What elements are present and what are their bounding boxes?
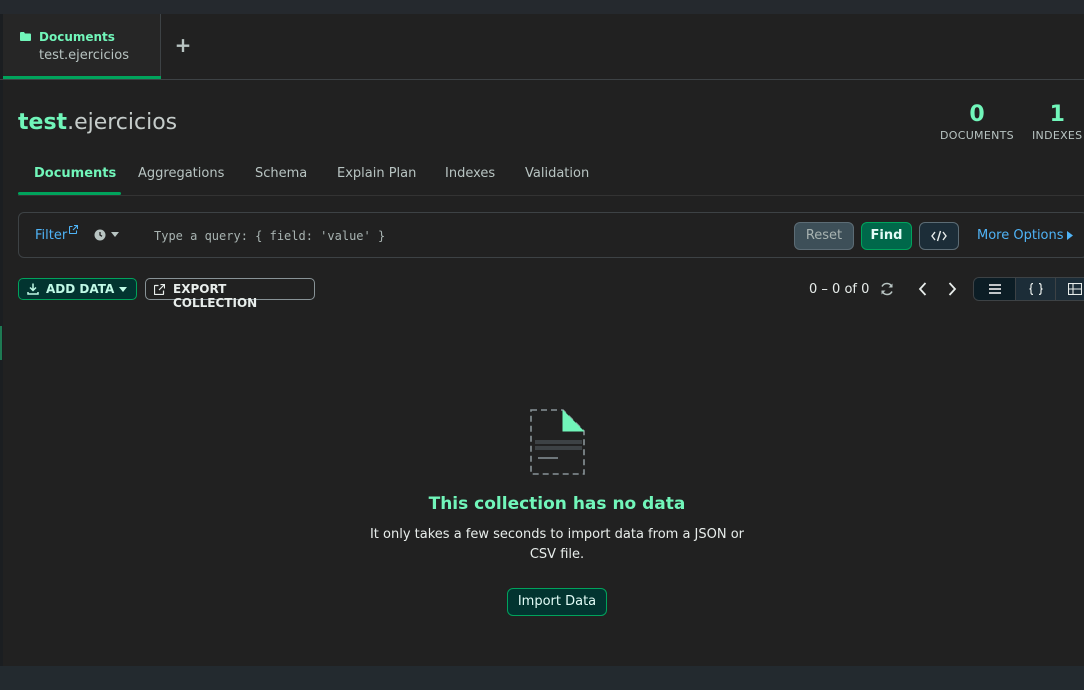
tab-validation[interactable]: Validation <box>525 166 589 181</box>
tab-title: Documents <box>39 30 115 44</box>
tab-aggregations[interactable]: Aggregations <box>138 166 224 181</box>
table-view-button[interactable] <box>1056 278 1084 300</box>
tab-explain-plan[interactable]: Explain Plan <box>337 166 416 181</box>
database-name: test <box>18 110 68 135</box>
query-input[interactable] <box>154 225 774 247</box>
import-data-button[interactable]: Import Data <box>507 588 607 616</box>
page-title: test.ejercicios <box>18 110 177 135</box>
list-icon <box>988 284 1001 294</box>
indexes-count: 1 <box>1049 102 1065 127</box>
tab-schema[interactable]: Schema <box>255 166 307 181</box>
view-mode-toggle <box>973 277 1084 301</box>
export-collection-label: EXPORT COLLECTION <box>173 282 258 310</box>
documents-stat: 0 DOCUMENTS <box>940 102 1014 142</box>
documents-label: DOCUMENTS <box>940 129 1014 142</box>
reset-button[interactable]: Reset <box>794 222 854 250</box>
tab-documents[interactable]: Documents <box>34 166 116 181</box>
add-tab-button[interactable]: + <box>172 34 194 56</box>
empty-state-description: It only takes a few seconds to import da… <box>369 527 745 562</box>
indexes-label: INDEXES <box>1032 129 1083 142</box>
chevron-down-icon <box>119 287 127 292</box>
collection-tabs: Documents Aggregations Schema Explain Pl… <box>18 158 1084 196</box>
tab-subtitle: test.ejercicios <box>39 48 130 63</box>
table-icon <box>1068 283 1082 295</box>
filter-link[interactable]: Filter <box>35 228 67 243</box>
chevron-right-icon[interactable] <box>946 281 958 297</box>
code-icon <box>931 230 947 242</box>
window-bottom-strip <box>0 666 1084 690</box>
chevron-left-icon[interactable] <box>917 281 929 297</box>
add-data-button[interactable]: ADD DATA <box>18 278 137 300</box>
export-collection-button[interactable]: EXPORT COLLECTION <box>145 278 315 310</box>
sidebar-toggle-handle[interactable] <box>0 326 2 360</box>
json-view-button[interactable] <box>1016 278 1056 300</box>
caret-right-icon <box>1067 231 1073 240</box>
active-subtab-indicator <box>18 192 121 195</box>
download-icon <box>27 283 39 295</box>
tab-indexes[interactable]: Indexes <box>445 166 495 181</box>
empty-state-title: This collection has no data <box>428 494 686 514</box>
workspace-tab-bar: Documents test.ejercicios + <box>0 14 1084 80</box>
pagination-text: 0 – 0 of 0 <box>809 282 870 297</box>
export-icon <box>154 284 165 295</box>
collection-name: ejercicios <box>74 110 178 135</box>
namespace-separator: . <box>67 110 75 135</box>
chevron-down-icon[interactable] <box>111 232 119 238</box>
external-link-icon[interactable] <box>69 225 78 234</box>
refresh-icon[interactable] <box>879 281 895 297</box>
query-bar: Filter Reset Find More Options <box>18 212 1084 258</box>
empty-document-illustration <box>530 409 585 475</box>
find-button[interactable]: Find <box>861 222 912 250</box>
list-view-button[interactable] <box>974 278 1016 300</box>
active-tab-indicator <box>3 76 161 79</box>
curly-braces-icon <box>1028 283 1043 295</box>
export-to-language-button[interactable] <box>919 222 959 250</box>
add-data-label: ADD DATA <box>46 282 115 296</box>
window-top-strip <box>0 0 1084 14</box>
more-options-button[interactable]: More Options <box>977 228 1064 243</box>
query-history-icon[interactable] <box>94 229 106 241</box>
documents-count: 0 <box>969 102 985 127</box>
indexes-stat: 1 INDEXES <box>1032 102 1082 142</box>
workspace-tab-documents[interactable]: Documents test.ejercicios <box>3 14 161 79</box>
folder-icon <box>20 32 31 41</box>
